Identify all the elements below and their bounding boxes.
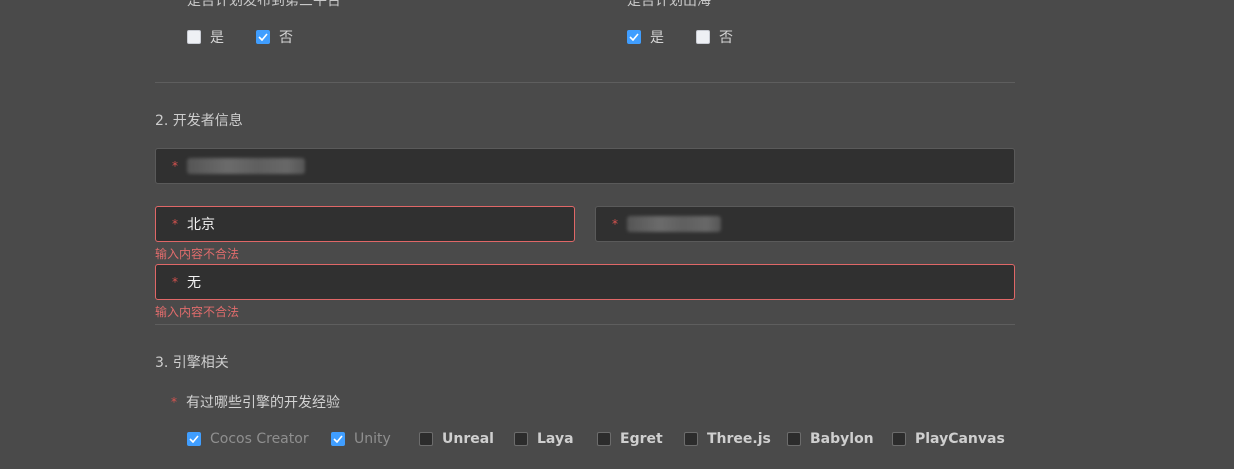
checkbox-unchecked-icon[interactable] — [187, 30, 201, 44]
required-asterisk: * — [172, 217, 178, 231]
company-input-value: 无 — [187, 275, 201, 291]
option-label: 是 — [650, 30, 664, 46]
engine-option-cocos-creator[interactable]: Cocos Creator — [187, 431, 309, 447]
engine-option-playcanvas[interactable]: PlayCanvas — [892, 431, 1005, 447]
option-label: PlayCanvas — [915, 431, 1005, 447]
option-label: 否 — [719, 30, 733, 46]
form-page: 是否计划发布到第三平台 是否计划出海 是 否 是 否 2. 开发者信息 * * … — [0, 0, 1234, 469]
required-asterisk: * — [171, 395, 177, 409]
engine-option-egret[interactable]: Egret — [597, 431, 663, 447]
checkbox-checked-icon[interactable] — [627, 30, 641, 44]
engine-option-laya[interactable]: Laya — [514, 431, 574, 447]
overseas-option-no[interactable]: 否 — [696, 27, 733, 47]
checkbox-checked-icon[interactable] — [256, 30, 270, 44]
option-label: Babylon — [810, 431, 874, 447]
developer-section-title: 2. 开发者信息 — [155, 113, 243, 129]
platform-option-yes[interactable]: 是 — [187, 27, 224, 47]
checkbox-unchecked-icon[interactable] — [597, 432, 611, 446]
platform-option-no[interactable]: 否 — [256, 27, 293, 47]
engine-option-unreal[interactable]: Unreal — [419, 431, 494, 447]
section-divider — [155, 82, 1015, 83]
checkbox-unchecked-icon[interactable] — [684, 432, 698, 446]
redacted-value — [627, 216, 721, 232]
checkbox-checked-icon[interactable] — [187, 432, 201, 446]
section-divider — [155, 324, 1015, 325]
engine-section-title: 3. 引擎相关 — [155, 355, 229, 371]
company-input[interactable]: * 无 — [155, 264, 1015, 300]
redacted-value — [187, 158, 305, 174]
city-error-message: 输入内容不合法 — [155, 247, 240, 261]
overseas-question-label: 是否计划出海 — [627, 0, 711, 9]
option-label: Three.js — [707, 431, 771, 447]
overseas-option-yes[interactable]: 是 — [627, 27, 664, 47]
required-asterisk: * — [612, 217, 618, 231]
option-label: Cocos Creator — [210, 431, 309, 447]
option-label: Unreal — [442, 431, 494, 447]
option-label: Unity — [354, 431, 391, 447]
required-asterisk: * — [172, 275, 178, 289]
engine-option-babylon[interactable]: Babylon — [787, 431, 874, 447]
platform-question-label: 是否计划发布到第三平台 — [187, 0, 341, 9]
checkbox-unchecked-icon[interactable] — [419, 432, 433, 446]
option-label: 否 — [279, 30, 293, 46]
checkbox-unchecked-icon[interactable] — [892, 432, 906, 446]
checkbox-unchecked-icon[interactable] — [514, 432, 528, 446]
engine-question: * 有过哪些引擎的开发经验 — [171, 392, 340, 412]
city-input-value: 北京 — [187, 217, 215, 233]
developer-name-input[interactable]: * — [155, 148, 1015, 184]
contact-input[interactable]: * — [595, 206, 1015, 242]
option-label: 是 — [210, 30, 224, 46]
option-label: Laya — [537, 431, 574, 447]
engine-option-threejs[interactable]: Three.js — [684, 431, 771, 447]
checkbox-unchecked-icon[interactable] — [696, 30, 710, 44]
checkbox-unchecked-icon[interactable] — [787, 432, 801, 446]
engine-option-unity[interactable]: Unity — [331, 431, 391, 447]
engine-question-label: 有过哪些引擎的开发经验 — [186, 395, 340, 411]
city-input[interactable]: * 北京 — [155, 206, 575, 242]
required-asterisk: * — [172, 159, 178, 173]
option-label: Egret — [620, 431, 663, 447]
checkbox-checked-icon[interactable] — [331, 432, 345, 446]
company-error-message: 输入内容不合法 — [155, 305, 240, 319]
